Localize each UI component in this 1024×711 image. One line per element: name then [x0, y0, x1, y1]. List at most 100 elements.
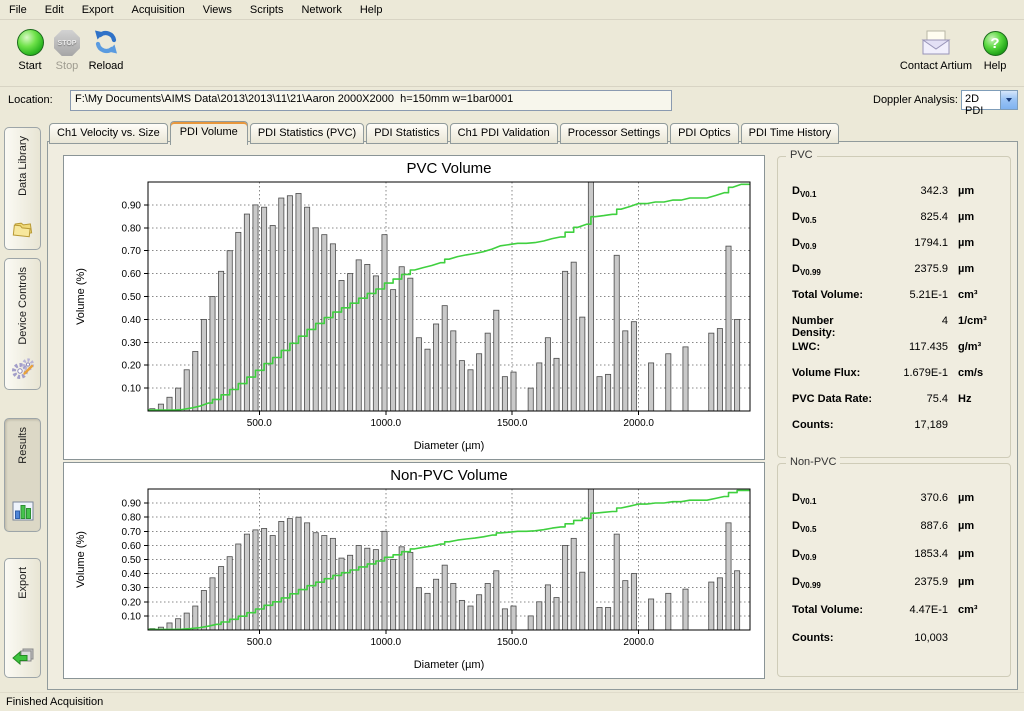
stat-unit: µm — [948, 237, 1002, 249]
stat-row: Counts:10,003 — [792, 632, 1002, 660]
svg-text:Non-PVC Volume: Non-PVC Volume — [390, 467, 508, 484]
stat-row: LWC:117.435g/m³ — [792, 341, 1002, 367]
stat-label: Total Volume: — [792, 604, 880, 616]
stat-label-subscript: V0.9 — [800, 242, 816, 251]
tab-pdi-volume[interactable]: PDI Volume — [170, 121, 248, 145]
sidebar-item-data-library[interactable]: Data Library — [4, 127, 41, 250]
contact-artium-button[interactable]: Contact Artium — [896, 28, 976, 72]
tab-ch1-velocity-vs-size[interactable]: Ch1 Velocity vs. Size — [49, 123, 168, 144]
stat-label-subscript: V0.5 — [800, 525, 816, 534]
stat-label: DV0.99 — [792, 576, 880, 590]
sidebar-item-device-controls[interactable]: Device Controls — [4, 258, 41, 390]
stat-value: 1853.4 — [880, 548, 948, 560]
location-label: Location: — [8, 94, 53, 106]
tab-pdi-statistics-pvc[interactable]: PDI Statistics (PVC) — [250, 123, 364, 144]
stat-label: DV0.5 — [792, 211, 880, 225]
stop-icon: STOP — [54, 30, 80, 56]
stat-value: 825.4 — [880, 211, 948, 223]
svg-text:0.20: 0.20 — [122, 361, 142, 372]
svg-text:1000.0: 1000.0 — [371, 418, 402, 429]
chevron-down-icon[interactable] — [1000, 91, 1017, 109]
stat-unit: 1/cm³ — [948, 315, 1002, 327]
status-text: Finished Acquisition — [6, 696, 103, 708]
tab-pdi-optics[interactable]: PDI Optics — [670, 123, 739, 144]
stat-row: DV0.91853.4µm — [792, 548, 1002, 576]
sidebar-item-label: Device Controls — [17, 267, 29, 345]
stat-value: 117.435 — [880, 341, 948, 353]
svg-text:Volume (%): Volume (%) — [75, 268, 87, 325]
non-pvc-volume-chart: Non-PVC Volume0.100.200.300.400.500.600.… — [63, 462, 765, 679]
stat-unit: µm — [948, 185, 1002, 197]
menu-item-network[interactable]: Network — [292, 2, 350, 18]
stat-row: Number Density:41/cm³ — [792, 315, 1002, 341]
stat-value: 5.21E-1 — [880, 289, 948, 301]
sidebar-item-export[interactable]: Export — [4, 558, 41, 678]
svg-text:0.80: 0.80 — [122, 513, 142, 524]
menu-item-acquisition[interactable]: Acquisition — [123, 2, 194, 18]
help-button[interactable]: ? Help — [978, 28, 1012, 72]
svg-text:0.60: 0.60 — [122, 541, 142, 552]
help-button-label: Help — [978, 60, 1012, 72]
stat-row: DV0.992375.9µm — [792, 576, 1002, 604]
folders-icon — [11, 217, 35, 243]
stat-row: DV0.992375.9µm — [792, 263, 1002, 289]
svg-text:500.0: 500.0 — [247, 637, 272, 648]
sidebar-item-results[interactable]: Results — [4, 418, 41, 532]
tab-pdi-time-history[interactable]: PDI Time History — [741, 123, 840, 144]
stat-unit: cm³ — [948, 289, 1002, 301]
menu-item-views[interactable]: Views — [194, 2, 241, 18]
stat-unit: µm — [948, 576, 1002, 588]
stat-row: Counts:17,189 — [792, 419, 1002, 445]
start-button[interactable]: Start — [10, 28, 50, 72]
pvc-panel-title: PVC — [786, 149, 817, 161]
chevron-down-glyph — [1006, 98, 1012, 102]
tab-page-pdi-volume: PVC Volume0.100.200.300.400.500.600.700.… — [47, 141, 1018, 690]
stat-label: DV0.99 — [792, 263, 880, 277]
menu-item-edit[interactable]: Edit — [36, 2, 73, 18]
location-input[interactable]: F:\My Documents\AIMS Data\2013\2013\11\2… — [70, 90, 672, 111]
stat-value: 17,189 — [880, 419, 948, 431]
toolbar: Start STOP Stop Reload Contact Artium ? … — [0, 20, 1024, 87]
status-bar: Finished Acquisition — [0, 692, 1024, 711]
svg-text:0.40: 0.40 — [122, 569, 142, 580]
stat-label: Counts: — [792, 632, 880, 644]
menu-item-scripts[interactable]: Scripts — [241, 2, 293, 18]
svg-text:0.30: 0.30 — [122, 338, 142, 349]
stat-value: 4.47E-1 — [880, 604, 948, 616]
stat-row: DV0.91794.1µm — [792, 237, 1002, 263]
reload-icon — [84, 28, 128, 56]
tab-processor-settings[interactable]: Processor Settings — [560, 123, 668, 144]
svg-text:2000.0: 2000.0 — [623, 418, 654, 429]
stat-label: PVC Data Rate: — [792, 393, 880, 405]
stat-unit: µm — [948, 263, 1002, 275]
pvc-volume-chart: PVC Volume0.100.200.300.400.500.600.700.… — [63, 155, 765, 460]
stop-button[interactable]: STOP Stop — [50, 28, 84, 72]
menu-item-file[interactable]: File — [0, 2, 36, 18]
stat-label: DV0.5 — [792, 520, 880, 534]
svg-text:0.90: 0.90 — [122, 499, 142, 510]
stop-icon-text: STOP — [58, 40, 77, 47]
menu-bar: FileEditExportAcquisitionViewsScriptsNet… — [0, 0, 1024, 20]
svg-text:0.70: 0.70 — [122, 246, 142, 257]
svg-text:0.70: 0.70 — [122, 527, 142, 538]
menu-item-help[interactable]: Help — [351, 2, 392, 18]
svg-text:1500.0: 1500.0 — [497, 418, 528, 429]
start-icon — [17, 29, 44, 56]
tab-pdi-statistics[interactable]: PDI Statistics — [366, 123, 447, 144]
non-pvc-panel-title: Non-PVC — [786, 456, 840, 468]
sidebar-item-label: Data Library — [17, 136, 29, 196]
stat-unit: µm — [948, 492, 1002, 504]
reload-button[interactable]: Reload — [84, 28, 128, 72]
stat-label-subscript: V0.1 — [800, 190, 816, 199]
svg-text:0.10: 0.10 — [122, 611, 142, 622]
svg-text:PVC Volume: PVC Volume — [406, 160, 491, 177]
stat-row: Volume Flux:1.679E-1cm/s — [792, 367, 1002, 393]
doppler-analysis-select[interactable]: 2D PDI — [961, 90, 1018, 110]
stat-value: 887.6 — [880, 520, 948, 532]
tab-ch1-pdi-validation[interactable]: Ch1 PDI Validation — [450, 123, 558, 144]
stat-value: 342.3 — [880, 185, 948, 197]
stat-label-subscript: V0.99 — [800, 581, 821, 590]
location-row: Location: F:\My Documents\AIMS Data\2013… — [0, 87, 1024, 115]
stat-value: 1.679E-1 — [880, 367, 948, 379]
menu-item-export[interactable]: Export — [73, 2, 123, 18]
